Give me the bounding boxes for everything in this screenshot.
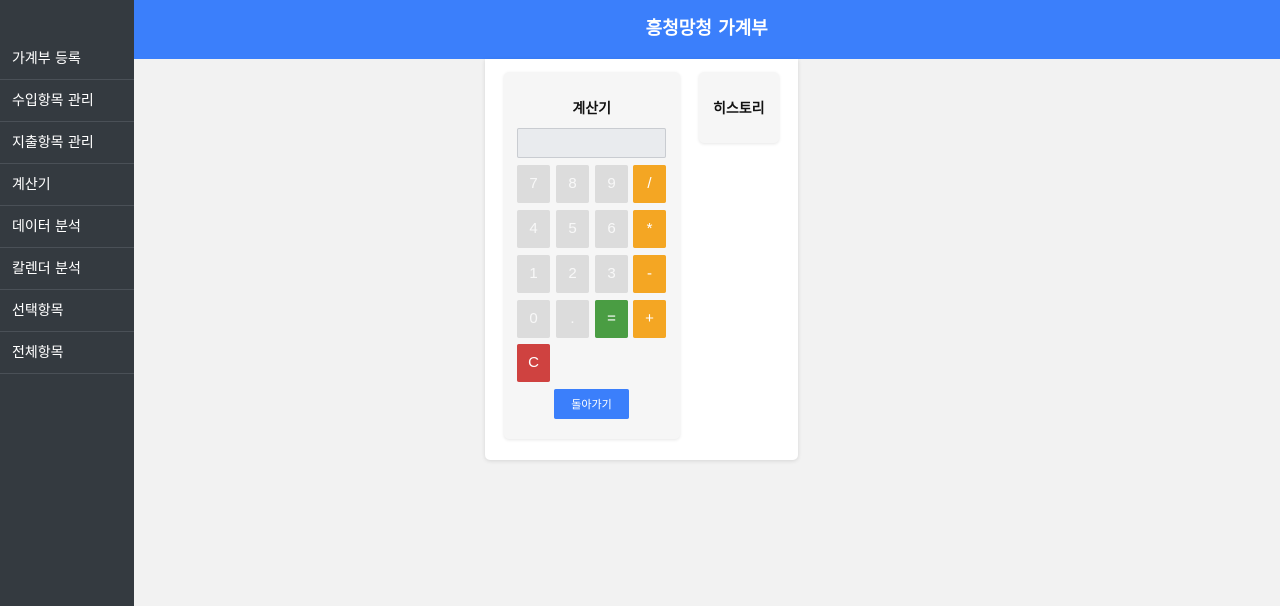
calculator-display[interactable]	[517, 128, 666, 158]
key-9-button[interactable]: 9	[595, 165, 628, 203]
key-7-button[interactable]: 7	[517, 165, 550, 203]
back-button[interactable]: 돌아가기	[554, 389, 629, 419]
key-5-button[interactable]: 5	[556, 210, 589, 248]
equals-button[interactable]: =	[595, 300, 628, 338]
decimal-button[interactable]: .	[556, 300, 589, 338]
sidebar-item-calendar-analysis[interactable]: 칼렌더 분석	[0, 248, 134, 290]
key-3-button[interactable]: 3	[595, 255, 628, 293]
multiply-button[interactable]: *	[633, 210, 666, 248]
key-8-button[interactable]: 8	[556, 165, 589, 203]
sidebar-item-data-analysis[interactable]: 데이터 분석	[0, 206, 134, 248]
clear-button[interactable]: C	[517, 344, 550, 382]
sidebar-item-all-items[interactable]: 전체항목	[0, 332, 134, 374]
sidebar: 가계부 등록 수입항목 관리 지출항목 관리 계산기 데이터 분석 칼렌더 분석…	[0, 0, 134, 606]
calculator-card: 계산기 7 8 9 / 4 5 6 * 1 2 3 - 0 . = + C 돌아…	[485, 59, 798, 460]
page-title: 흥청망청 가계부	[645, 18, 769, 39]
history-panel: 히스토리	[699, 72, 779, 143]
main-content: 계산기 7 8 9 / 4 5 6 * 1 2 3 - 0 . = + C 돌아…	[134, 59, 1280, 606]
sidebar-item-ledger-register[interactable]: 가계부 등록	[0, 38, 134, 80]
key-6-button[interactable]: 6	[595, 210, 628, 248]
sidebar-item-expense-manage[interactable]: 지출항목 관리	[0, 122, 134, 164]
sidebar-item-calculator[interactable]: 계산기	[0, 164, 134, 206]
key-0-button[interactable]: 0	[517, 300, 550, 338]
history-title: 히스토리	[713, 101, 765, 117]
divide-button[interactable]: /	[633, 165, 666, 203]
key-2-button[interactable]: 2	[556, 255, 589, 293]
subtract-button[interactable]: -	[633, 255, 666, 293]
add-button[interactable]: +	[633, 300, 666, 338]
page-header: 흥청망청 가계부	[134, 0, 1280, 59]
sidebar-item-income-manage[interactable]: 수입항목 관리	[0, 80, 134, 122]
calculator-panel: 계산기 7 8 9 / 4 5 6 * 1 2 3 - 0 . = + C 돌아…	[504, 72, 680, 439]
sidebar-item-selected-items[interactable]: 선택항목	[0, 290, 134, 332]
key-1-button[interactable]: 1	[517, 255, 550, 293]
key-4-button[interactable]: 4	[517, 210, 550, 248]
calculator-title: 계산기	[572, 101, 612, 117]
